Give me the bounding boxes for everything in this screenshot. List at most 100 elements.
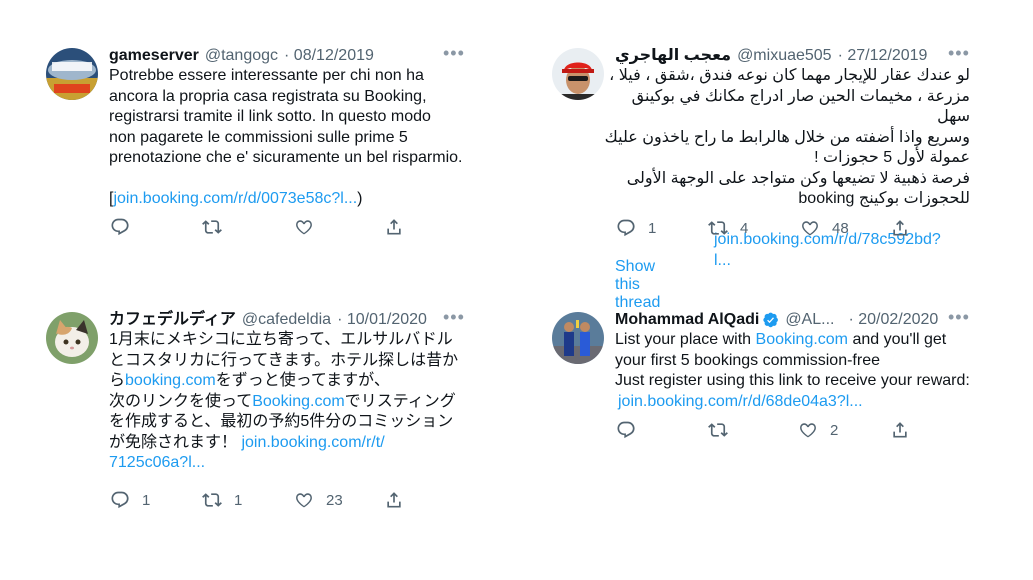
share-icon xyxy=(893,220,907,236)
booking-link[interactable]: booking.com xyxy=(125,372,216,389)
reply-button[interactable] xyxy=(616,420,708,440)
user-handle[interactable]: @AL... xyxy=(785,310,834,330)
tweet-header: gameserver @tangogc · 08/12/2019 xyxy=(109,46,374,66)
tweet-link[interactable]: join.booking.com/r/d/0073e58c?l... xyxy=(113,190,357,207)
retweet-icon xyxy=(202,220,222,234)
tweet-body: Potrebbe essere interessante per chi non… xyxy=(109,67,463,166)
like-button[interactable]: 48 xyxy=(800,218,890,238)
share-button[interactable] xyxy=(890,218,910,238)
retweet-icon xyxy=(202,493,222,507)
share-icon xyxy=(893,422,907,438)
text-fragment: をずっと使ってますが、 xyxy=(215,372,390,389)
user-name[interactable]: カフェデルディア xyxy=(109,310,236,330)
user-name[interactable]: معجب الهاجري xyxy=(615,46,731,66)
text-fragment: ら xyxy=(109,372,126,389)
reply-count: 1 xyxy=(142,491,151,509)
share-button[interactable] xyxy=(890,420,910,440)
share-button[interactable] xyxy=(384,490,404,510)
tweet-text: لو عندك عقار للإيجار مهما كان نوعه فندق … xyxy=(604,67,970,207)
reply-button[interactable]: 1 xyxy=(616,218,708,238)
like-count: 48 xyxy=(832,219,849,237)
retweet-count: 4 xyxy=(740,219,749,237)
more-icon[interactable]: ••• xyxy=(443,44,465,62)
retweet-icon xyxy=(708,423,728,437)
text-line: your first 5 bookings commission-free xyxy=(615,351,880,369)
tweet-text: Potrebbe essere interessante per chi non… xyxy=(109,66,479,210)
retweet-button[interactable]: 1 xyxy=(202,490,294,510)
text-line: join.booking.com/r/d/68de04a3?l... xyxy=(615,392,985,413)
like-icon xyxy=(800,423,816,438)
text-fragment: and you'll get xyxy=(848,331,947,348)
text-line: を作成すると、最初の予約5件分のコミッション xyxy=(109,413,454,430)
tweet-actions: 1 4 48 xyxy=(616,216,910,240)
text-line: 次のリンクを使ってBooking.comでリスティング xyxy=(109,392,479,413)
share-icon xyxy=(387,219,401,235)
tweet-actions xyxy=(110,215,404,239)
show-thread-link[interactable]: Show this thread xyxy=(615,258,660,312)
text-line: とコスタリカに行ってきます。ホテル探しは昔か xyxy=(109,351,459,369)
tweet-link-line: join.booking.com/r/d/78c592bd?l... xyxy=(714,189,941,292)
more-icon[interactable]: ••• xyxy=(443,308,465,326)
user-handle[interactable]: @mixuae505 xyxy=(737,46,832,66)
text-fragment: List your place with xyxy=(615,331,756,348)
tweet-text: 1月末にメキシコに立ち寄って、エルサルバドル とコスタリカに行ってきます。ホテル… xyxy=(109,330,479,474)
retweet-button[interactable] xyxy=(202,217,294,237)
retweet-icon xyxy=(708,221,728,235)
tweet-actions: 2 xyxy=(616,418,910,442)
booking-link[interactable]: Booking.com xyxy=(756,331,849,348)
user-handle[interactable]: @cafedeldia xyxy=(242,310,331,330)
link-bracket-close: ) xyxy=(357,190,363,207)
like-count: 23 xyxy=(326,491,343,509)
user-name[interactable]: Mohammad AlQadi xyxy=(615,310,759,330)
booking-link[interactable]: Booking.com xyxy=(252,393,345,410)
avatar[interactable] xyxy=(46,48,98,100)
tweet-date[interactable]: · 10/01/2020 xyxy=(337,310,427,330)
tweet-date[interactable]: · 20/02/2020 xyxy=(848,310,938,330)
text-line: 1月末にメキシコに立ち寄って、エルサルバドル xyxy=(109,331,453,348)
tweet-header: Mohammad AlQadi @AL... · 20/02/2020 xyxy=(615,310,938,330)
text-fragment: が免除されます！ xyxy=(109,433,242,451)
reply-icon xyxy=(617,219,635,237)
user-handle[interactable]: @tangogc xyxy=(205,46,278,66)
reply-count: 1 xyxy=(648,219,657,237)
more-icon[interactable]: ••• xyxy=(948,308,970,326)
like-icon xyxy=(296,220,312,235)
like-icon xyxy=(296,493,312,508)
share-icon xyxy=(387,492,401,508)
like-button[interactable]: 23 xyxy=(294,490,384,510)
text-fragment: でリスティング xyxy=(344,392,456,410)
reply-button[interactable]: 1 xyxy=(110,490,202,510)
tweet-link[interactable]: join.booking.com/r/t/ xyxy=(241,434,384,451)
reply-icon xyxy=(617,421,635,439)
tweet-link[interactable]: join.booking.com/r/d/68de04a3?l... xyxy=(618,393,863,410)
more-icon[interactable]: ••• xyxy=(948,44,970,62)
like-button[interactable] xyxy=(294,217,384,237)
text-line: が免除されます！ join.booking.com/r/t/ xyxy=(109,433,479,454)
reply-icon xyxy=(111,491,129,509)
avatar[interactable] xyxy=(46,312,98,364)
retweet-button[interactable] xyxy=(708,420,798,440)
share-button[interactable] xyxy=(384,217,404,237)
like-button[interactable]: 2 xyxy=(798,420,890,440)
like-count: 2 xyxy=(830,421,839,439)
text-line: らbooking.comをずっと使ってますが、 xyxy=(109,371,479,392)
tweet-date[interactable]: · 08/12/2019 xyxy=(284,46,374,66)
tweet-link-continued[interactable]: 7125c06a?l... xyxy=(109,454,205,471)
tweet-text: List your place with Booking.com and you… xyxy=(615,330,985,412)
text-line: Just register using this link to receive… xyxy=(615,372,970,389)
verified-badge-icon xyxy=(763,312,779,328)
reply-button[interactable] xyxy=(110,217,202,237)
retweet-button[interactable]: 4 xyxy=(708,218,800,238)
tweet-header: カフェデルディア @cafedeldia · 10/01/2020 xyxy=(109,310,427,330)
reply-icon xyxy=(111,218,129,236)
tweet-header: معجب الهاجري @mixuae505 · 27/12/2019 xyxy=(615,46,927,66)
avatar[interactable] xyxy=(552,48,604,100)
user-name[interactable]: gameserver xyxy=(109,46,199,66)
tweet-date[interactable]: · 27/12/2019 xyxy=(838,46,928,66)
retweet-count: 1 xyxy=(234,491,243,509)
like-icon xyxy=(802,221,818,236)
avatar[interactable] xyxy=(552,312,604,364)
text-line: List your place with Booking.com and you… xyxy=(615,330,985,351)
tweet-actions: 1 1 23 xyxy=(110,488,404,512)
text-line: 7125c06a?l... xyxy=(109,453,479,474)
